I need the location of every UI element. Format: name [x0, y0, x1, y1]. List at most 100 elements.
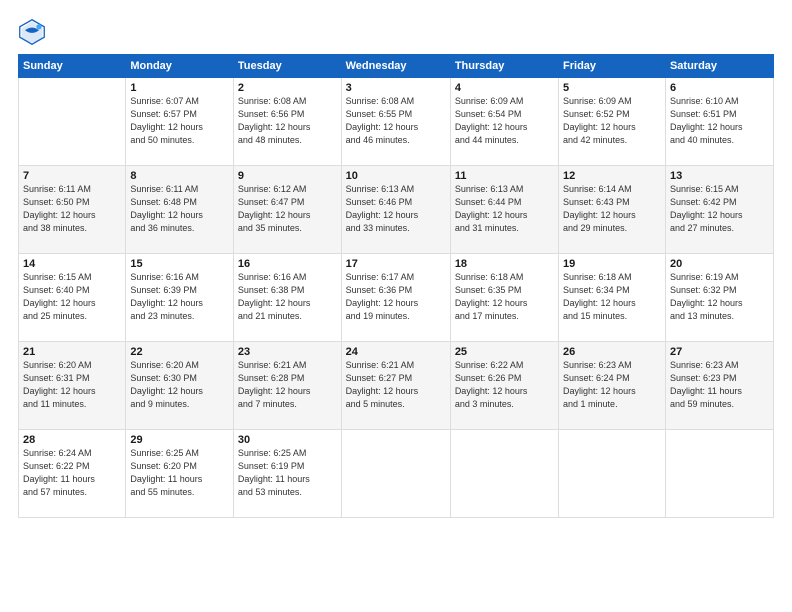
day-info: Sunrise: 6:22 AM Sunset: 6:26 PM Dayligh… — [455, 359, 554, 411]
day-number: 18 — [455, 258, 554, 270]
logo-icon — [18, 18, 46, 46]
calendar-header-thursday: Thursday — [450, 55, 558, 78]
calendar-cell: 1Sunrise: 6:07 AM Sunset: 6:57 PM Daylig… — [126, 78, 234, 166]
calendar-cell: 22Sunrise: 6:20 AM Sunset: 6:30 PM Dayli… — [126, 342, 234, 430]
day-number: 7 — [23, 170, 121, 182]
day-info: Sunrise: 6:10 AM Sunset: 6:51 PM Dayligh… — [670, 95, 769, 147]
day-number: 29 — [130, 434, 229, 446]
day-number: 27 — [670, 346, 769, 358]
day-number: 5 — [563, 82, 661, 94]
day-info: Sunrise: 6:19 AM Sunset: 6:32 PM Dayligh… — [670, 271, 769, 323]
day-info: Sunrise: 6:21 AM Sunset: 6:27 PM Dayligh… — [346, 359, 446, 411]
calendar-cell: 21Sunrise: 6:20 AM Sunset: 6:31 PM Dayli… — [19, 342, 126, 430]
page-header — [18, 18, 774, 46]
day-number: 20 — [670, 258, 769, 270]
calendar-cell: 17Sunrise: 6:17 AM Sunset: 6:36 PM Dayli… — [341, 254, 450, 342]
day-info: Sunrise: 6:14 AM Sunset: 6:43 PM Dayligh… — [563, 183, 661, 235]
day-info: Sunrise: 6:18 AM Sunset: 6:34 PM Dayligh… — [563, 271, 661, 323]
day-info: Sunrise: 6:21 AM Sunset: 6:28 PM Dayligh… — [238, 359, 337, 411]
calendar-cell: 8Sunrise: 6:11 AM Sunset: 6:48 PM Daylig… — [126, 166, 234, 254]
day-number: 11 — [455, 170, 554, 182]
day-info: Sunrise: 6:08 AM Sunset: 6:56 PM Dayligh… — [238, 95, 337, 147]
day-info: Sunrise: 6:25 AM Sunset: 6:19 PM Dayligh… — [238, 447, 337, 499]
calendar-cell: 6Sunrise: 6:10 AM Sunset: 6:51 PM Daylig… — [665, 78, 773, 166]
calendar-header-tuesday: Tuesday — [233, 55, 341, 78]
day-info: Sunrise: 6:15 AM Sunset: 6:40 PM Dayligh… — [23, 271, 121, 323]
calendar-cell: 24Sunrise: 6:21 AM Sunset: 6:27 PM Dayli… — [341, 342, 450, 430]
calendar-week-2: 7Sunrise: 6:11 AM Sunset: 6:50 PM Daylig… — [19, 166, 774, 254]
calendar-header-friday: Friday — [559, 55, 666, 78]
calendar-cell: 26Sunrise: 6:23 AM Sunset: 6:24 PM Dayli… — [559, 342, 666, 430]
day-number: 25 — [455, 346, 554, 358]
day-info: Sunrise: 6:13 AM Sunset: 6:44 PM Dayligh… — [455, 183, 554, 235]
calendar-cell: 9Sunrise: 6:12 AM Sunset: 6:47 PM Daylig… — [233, 166, 341, 254]
day-number: 13 — [670, 170, 769, 182]
calendar-header-saturday: Saturday — [665, 55, 773, 78]
calendar-cell — [450, 430, 558, 518]
calendar-cell: 18Sunrise: 6:18 AM Sunset: 6:35 PM Dayli… — [450, 254, 558, 342]
calendar-cell: 12Sunrise: 6:14 AM Sunset: 6:43 PM Dayli… — [559, 166, 666, 254]
day-number: 30 — [238, 434, 337, 446]
calendar-cell: 2Sunrise: 6:08 AM Sunset: 6:56 PM Daylig… — [233, 78, 341, 166]
day-info: Sunrise: 6:20 AM Sunset: 6:30 PM Dayligh… — [130, 359, 229, 411]
calendar-cell — [665, 430, 773, 518]
day-number: 16 — [238, 258, 337, 270]
day-info: Sunrise: 6:20 AM Sunset: 6:31 PM Dayligh… — [23, 359, 121, 411]
calendar-week-3: 14Sunrise: 6:15 AM Sunset: 6:40 PM Dayli… — [19, 254, 774, 342]
day-number: 24 — [346, 346, 446, 358]
day-number: 4 — [455, 82, 554, 94]
calendar-cell: 4Sunrise: 6:09 AM Sunset: 6:54 PM Daylig… — [450, 78, 558, 166]
calendar-cell: 15Sunrise: 6:16 AM Sunset: 6:39 PM Dayli… — [126, 254, 234, 342]
calendar-cell: 23Sunrise: 6:21 AM Sunset: 6:28 PM Dayli… — [233, 342, 341, 430]
logo — [18, 18, 50, 46]
calendar-cell: 5Sunrise: 6:09 AM Sunset: 6:52 PM Daylig… — [559, 78, 666, 166]
day-number: 17 — [346, 258, 446, 270]
calendar-week-5: 28Sunrise: 6:24 AM Sunset: 6:22 PM Dayli… — [19, 430, 774, 518]
day-info: Sunrise: 6:11 AM Sunset: 6:48 PM Dayligh… — [130, 183, 229, 235]
day-info: Sunrise: 6:09 AM Sunset: 6:54 PM Dayligh… — [455, 95, 554, 147]
calendar-cell — [341, 430, 450, 518]
calendar-cell: 16Sunrise: 6:16 AM Sunset: 6:38 PM Dayli… — [233, 254, 341, 342]
day-number: 12 — [563, 170, 661, 182]
calendar-cell: 3Sunrise: 6:08 AM Sunset: 6:55 PM Daylig… — [341, 78, 450, 166]
day-number: 9 — [238, 170, 337, 182]
day-info: Sunrise: 6:24 AM Sunset: 6:22 PM Dayligh… — [23, 447, 121, 499]
day-number: 19 — [563, 258, 661, 270]
day-info: Sunrise: 6:13 AM Sunset: 6:46 PM Dayligh… — [346, 183, 446, 235]
calendar-cell: 29Sunrise: 6:25 AM Sunset: 6:20 PM Dayli… — [126, 430, 234, 518]
calendar-cell: 27Sunrise: 6:23 AM Sunset: 6:23 PM Dayli… — [665, 342, 773, 430]
calendar-cell: 28Sunrise: 6:24 AM Sunset: 6:22 PM Dayli… — [19, 430, 126, 518]
day-number: 28 — [23, 434, 121, 446]
calendar-week-4: 21Sunrise: 6:20 AM Sunset: 6:31 PM Dayli… — [19, 342, 774, 430]
calendar-cell — [19, 78, 126, 166]
day-number: 15 — [130, 258, 229, 270]
day-info: Sunrise: 6:11 AM Sunset: 6:50 PM Dayligh… — [23, 183, 121, 235]
calendar-cell: 11Sunrise: 6:13 AM Sunset: 6:44 PM Dayli… — [450, 166, 558, 254]
day-info: Sunrise: 6:16 AM Sunset: 6:39 PM Dayligh… — [130, 271, 229, 323]
day-number: 3 — [346, 82, 446, 94]
day-info: Sunrise: 6:17 AM Sunset: 6:36 PM Dayligh… — [346, 271, 446, 323]
calendar-cell: 25Sunrise: 6:22 AM Sunset: 6:26 PM Dayli… — [450, 342, 558, 430]
day-number: 22 — [130, 346, 229, 358]
calendar-week-1: 1Sunrise: 6:07 AM Sunset: 6:57 PM Daylig… — [19, 78, 774, 166]
day-number: 14 — [23, 258, 121, 270]
day-info: Sunrise: 6:16 AM Sunset: 6:38 PM Dayligh… — [238, 271, 337, 323]
day-info: Sunrise: 6:09 AM Sunset: 6:52 PM Dayligh… — [563, 95, 661, 147]
day-info: Sunrise: 6:08 AM Sunset: 6:55 PM Dayligh… — [346, 95, 446, 147]
calendar-cell: 14Sunrise: 6:15 AM Sunset: 6:40 PM Dayli… — [19, 254, 126, 342]
day-info: Sunrise: 6:07 AM Sunset: 6:57 PM Dayligh… — [130, 95, 229, 147]
calendar-cell — [559, 430, 666, 518]
calendar-cell: 10Sunrise: 6:13 AM Sunset: 6:46 PM Dayli… — [341, 166, 450, 254]
day-info: Sunrise: 6:25 AM Sunset: 6:20 PM Dayligh… — [130, 447, 229, 499]
day-number: 2 — [238, 82, 337, 94]
day-info: Sunrise: 6:23 AM Sunset: 6:24 PM Dayligh… — [563, 359, 661, 411]
day-number: 1 — [130, 82, 229, 94]
calendar-header-wednesday: Wednesday — [341, 55, 450, 78]
calendar-header-sunday: Sunday — [19, 55, 126, 78]
day-info: Sunrise: 6:12 AM Sunset: 6:47 PM Dayligh… — [238, 183, 337, 235]
day-info: Sunrise: 6:23 AM Sunset: 6:23 PM Dayligh… — [670, 359, 769, 411]
day-number: 26 — [563, 346, 661, 358]
calendar-cell: 20Sunrise: 6:19 AM Sunset: 6:32 PM Dayli… — [665, 254, 773, 342]
day-info: Sunrise: 6:15 AM Sunset: 6:42 PM Dayligh… — [670, 183, 769, 235]
day-number: 6 — [670, 82, 769, 94]
